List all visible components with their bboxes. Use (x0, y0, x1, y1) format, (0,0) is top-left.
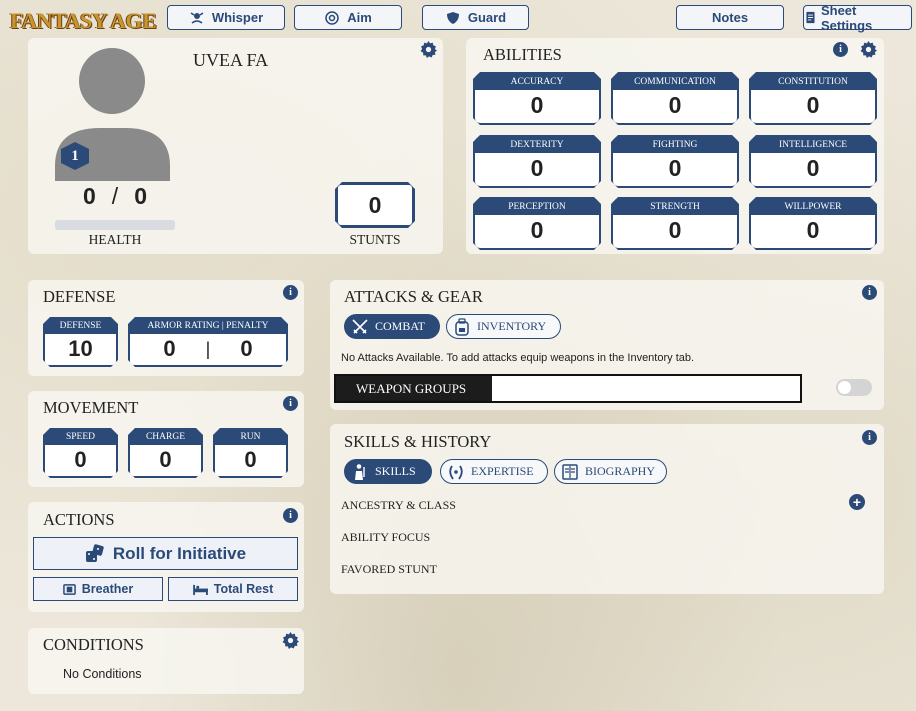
roll-initiative-button[interactable]: Roll for Initiative (33, 537, 298, 570)
skills-info-icon[interactable]: i (862, 430, 877, 445)
health-max[interactable]: 0 (134, 183, 147, 210)
conditions-gear-icon[interactable] (282, 632, 299, 649)
weapon-groups-label: WEAPON GROUPS (336, 376, 492, 401)
tab-inventory[interactable]: INVENTORY (446, 314, 561, 339)
movement-title: MOVEMENT (43, 398, 139, 417)
ability-focus-row[interactable]: ABILITY FOCUS (341, 530, 430, 545)
armor-separator: | (205, 339, 211, 359)
actions-info-icon[interactable]: i (283, 508, 298, 523)
tab-combat[interactable]: COMBAT (344, 314, 440, 339)
abilities-info-icon[interactable]: i (833, 42, 848, 57)
ability-constitution[interactable]: CONSTITUTION 0 (749, 72, 877, 125)
ability-intelligence[interactable]: INTELLIGENCE 0 (749, 135, 877, 188)
shield-icon (446, 11, 459, 24)
person-skill-icon (355, 463, 365, 480)
ability-communication[interactable]: COMMUNICATION 0 (611, 72, 739, 125)
skills-title: SKILLS & HISTORY (344, 432, 492, 451)
tab-expertise[interactable]: EXPERTISE (440, 459, 548, 484)
ancestry-class-row[interactable]: ANCESTRY & CLASS (341, 498, 456, 513)
crossed-swords-icon (352, 318, 368, 334)
fantasy-age-logo: FANTASY AGE (10, 8, 157, 33)
sheet-icon (806, 11, 815, 24)
speed-box[interactable]: SPEED 0 (43, 428, 118, 478)
breather-button[interactable]: Breather (33, 577, 163, 601)
book-icon (562, 463, 578, 480)
sheet-settings-button[interactable]: Sheet Settings (803, 3, 912, 33)
health-readout: 0 / 0 (55, 183, 175, 210)
whisper-button[interactable]: Whisper (167, 5, 285, 30)
dice-icon (85, 543, 104, 562)
ability-dexterity[interactable]: DEXTERITY 0 (473, 135, 601, 188)
stunts-label: STUNTS (349, 232, 401, 247)
no-conditions-text: No Conditions (63, 667, 142, 681)
defense-title: DEFENSE (43, 287, 116, 306)
ability-willpower[interactable]: WILLPOWER 0 (749, 197, 877, 250)
no-attacks-message: No Attacks Available. To add attacks equ… (341, 352, 695, 364)
bed-icon (192, 584, 208, 595)
actions-title: ACTIONS (43, 510, 115, 529)
aim-button[interactable]: Aim (294, 5, 402, 30)
armor-box[interactable]: ARMOR RATING | PENALTY 0 | 0 (128, 317, 288, 367)
armor-rating-value: 0 (163, 336, 176, 361)
armor-penalty-value: 0 (240, 336, 253, 361)
laurel-icon (449, 465, 463, 480)
health-label: HEALTH (88, 232, 142, 247)
tab-biography[interactable]: BIOGRAPHY (554, 459, 667, 484)
tab-skills[interactable]: SKILLS (344, 459, 432, 484)
movement-info-icon[interactable]: i (283, 396, 298, 411)
ability-accuracy[interactable]: ACCURACY 0 (473, 72, 601, 125)
defense-info-icon[interactable]: i (283, 285, 298, 300)
character-gear-icon[interactable] (420, 41, 437, 58)
abilities-gear-icon[interactable] (860, 41, 877, 58)
charge-box[interactable]: CHARGE 0 (128, 428, 203, 478)
character-name[interactable]: UVEA FA (193, 50, 268, 71)
crosshair-icon (325, 10, 339, 25)
add-ancestry-icon[interactable]: + (849, 494, 865, 510)
whisper-icon (190, 11, 204, 24)
breather-icon (62, 583, 76, 595)
favored-stunt-row[interactable]: FAVORED STUNT (341, 562, 437, 577)
attacks-title: ATTACKS & GEAR (344, 287, 483, 306)
backpack-icon (455, 317, 469, 336)
health-current[interactable]: 0 (83, 183, 96, 210)
ability-perception[interactable]: PERCEPTION 0 (473, 197, 601, 250)
abilities-title: ABILITIES (483, 45, 562, 64)
weapon-groups-field[interactable]: WEAPON GROUPS (334, 374, 802, 403)
notes-button[interactable]: Notes (676, 5, 784, 30)
weapon-groups-toggle[interactable] (836, 379, 872, 396)
defense-box[interactable]: DEFENSE 10 (43, 317, 118, 367)
total-rest-button[interactable]: Total Rest (168, 577, 298, 601)
attacks-info-icon[interactable]: i (862, 285, 877, 300)
guard-button[interactable]: Guard (422, 5, 529, 30)
run-box[interactable]: RUN 0 (213, 428, 288, 478)
ability-strength[interactable]: STRENGTH 0 (611, 197, 739, 250)
ability-fighting[interactable]: FIGHTING 0 (611, 135, 739, 188)
conditions-title: CONDITIONS (43, 635, 144, 654)
health-bar (55, 220, 175, 230)
health-separator: / (111, 183, 119, 209)
stunts-box[interactable]: 0 (335, 182, 415, 228)
